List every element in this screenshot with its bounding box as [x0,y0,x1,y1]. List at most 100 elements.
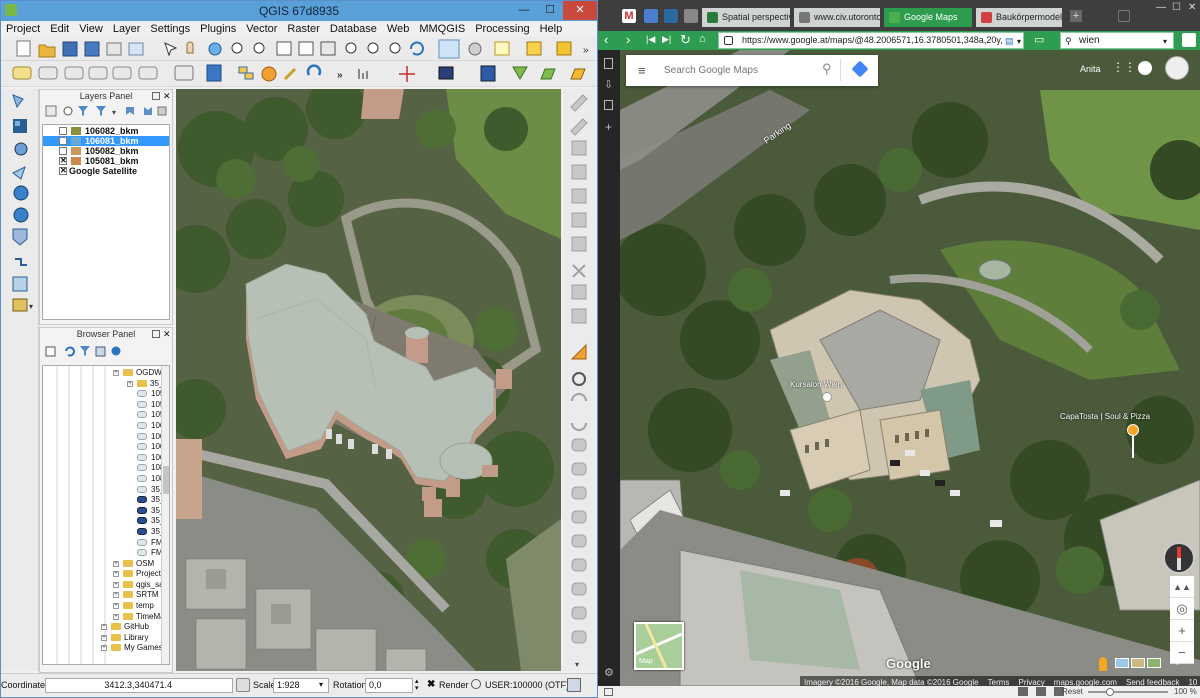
expand-toggle-icon[interactable]: + [113,603,119,610]
google-maps-view[interactable]: Parking Kursalon Wien CapaTosta | Soul &… [620,50,1200,686]
menu-web[interactable]: Web [382,21,414,35]
maps-url-link[interactable]: maps.google.com [1054,678,1117,686]
rotation-spinner-icon[interactable]: ▴ ▾ [415,678,419,692]
extents-toggle-icon[interactable] [236,678,250,692]
kursalon-pin-icon[interactable] [822,392,832,402]
search-dropdown-icon[interactable]: ▾ [1163,34,1167,49]
menu-vector[interactable]: Vector [241,21,282,35]
url-dropdown-icon[interactable]: ▾ [1017,34,1021,49]
layer-visibility-checkbox[interactable]: ✕ [59,167,67,175]
downloads-panel-icon[interactable]: ⇩ [604,78,613,91]
close-button[interactable]: ✕ [563,1,597,20]
layer-visibility-checkbox[interactable]: ✕ [59,137,67,145]
expand-toggle-icon[interactable]: + [101,645,107,652]
notifications-icon[interactable] [1138,61,1152,75]
browser-scroll-thumb[interactable] [163,466,169,494]
bookmarks-panel-icon[interactable] [604,58,613,69]
layer-visibility-checkbox[interactable]: ✕ [59,157,67,165]
search-engine-field[interactable]: ⚲ wien ▾ [1060,32,1174,49]
maps-search-input[interactable] [664,62,814,78]
expand-toggle-icon[interactable]: + [113,560,119,567]
address-bar[interactable]: https://www.google.at/maps/@48.2006571,1… [718,32,1024,49]
browser-tree-item[interactable]: 106 [43,453,169,464]
layer-visibility-checkbox[interactable] [59,147,67,155]
panel-toggle-icon[interactable] [604,688,613,696]
expand-toggle-icon[interactable]: + [127,380,133,387]
kursalon-label[interactable]: Kursalon Wien [790,380,842,389]
rotation-field[interactable]: 0,0 [365,678,413,693]
qgis-title-bar[interactable]: QGIS 67d8935 — ☐ ✕ [1,1,597,21]
trash-icon[interactable] [1118,10,1130,22]
zoom-reset-label[interactable]: Reset [1062,686,1083,698]
browser-panel-close-icon[interactable]: ✕ [163,329,171,340]
browser-tab[interactable]: www.civ.utoronto.ca [794,8,880,27]
reader-icon[interactable]: ▤ [1005,34,1014,49]
page-pinned-tab-icon[interactable] [684,9,698,23]
menu-project[interactable]: Project [1,21,45,35]
browser-tree-item[interactable]: + Project_ [43,569,169,580]
browser-tab[interactable]: Baukörpermodell G [976,8,1062,27]
reload-button[interactable]: ↻ [680,32,691,47]
sync-icon[interactable] [1018,687,1028,696]
map-type-toggle[interactable]: Map [634,622,684,670]
rewind-button[interactable]: |◀ [646,34,655,45]
browser-panel-float-icon[interactable] [152,330,160,338]
avatar[interactable] [1165,56,1189,80]
browser-tree-item[interactable]: +35_ [43,379,169,390]
forward-button[interactable]: › [626,32,630,47]
browser-close-button[interactable]: ✕ [1188,2,1196,13]
layer-row[interactable]: ✕ 105081_bkm [43,156,169,166]
crs-label[interactable]: USER:100000 (OTF) [485,680,569,690]
compass[interactable] [1163,542,1195,574]
restaurant-pin-icon[interactable] [1127,424,1139,436]
messages-icon[interactable] [567,678,581,692]
layer-row[interactable]: ✕ 106081_bkm [43,136,169,146]
browser-tree-item[interactable]: 35_ [43,527,169,538]
layers-panel-toolbar[interactable]: ▾ [40,103,172,121]
layer-row[interactable]: 105082_bkm [43,146,169,156]
menu-settings[interactable]: Settings [145,21,195,35]
back-button[interactable]: ‹ [604,32,608,47]
browser-tree-item[interactable]: 106 [43,442,169,453]
menu-icon[interactable]: ≡ [638,64,646,77]
expand-icon[interactable]: ⤢ [1176,656,1184,667]
menu-mmqgis[interactable]: MMQGIS [414,21,470,35]
search-icon[interactable]: ⚲ [822,61,832,77]
maximize-button[interactable]: ☐ [537,1,563,20]
browser-tree-item[interactable]: 106 [43,421,169,432]
browser-tab[interactable]: Spatial perspective [702,8,790,27]
browser-tree-item[interactable]: + qgis_sa [43,580,169,591]
menu-plugins[interactable]: Plugins [195,21,241,35]
minimize-button[interactable]: — [511,1,537,20]
notes-panel-icon[interactable] [604,100,613,110]
home-button[interactable]: ⌂ [699,33,706,45]
browser-tree-item[interactable]: 105 [43,410,169,421]
browser-scrollbar[interactable] [161,366,169,664]
add-panel-icon[interactable]: + [605,120,612,134]
menu-processing[interactable]: Processing [470,21,534,35]
browser-tree-item[interactable]: 35_ [43,506,169,517]
layer-visibility-checkbox[interactable] [59,127,67,135]
layer-row[interactable]: 106082_bkm [43,126,169,136]
browser-tree-item[interactable]: 108 [43,474,169,485]
digitizing-toolbar-icons[interactable]: ▾ [563,89,597,671]
settings-gear-icon[interactable]: ⚙ [604,666,614,679]
zoom-slider[interactable] [1088,691,1168,693]
toolbar-row-1-icons[interactable]: » [1,37,597,61]
browser-tree-item[interactable]: + My Games [43,643,169,654]
browser-tree-item[interactable]: + TimeMan [43,612,169,623]
crs-globe-icon[interactable] [471,679,481,689]
capatosta-label[interactable]: CapaTosta | Soul & Pizza [1060,412,1150,421]
menu-view[interactable]: View [74,21,108,35]
browser-tree-item[interactable]: 35_ [43,485,169,496]
browser-tab[interactable]: Google Maps [884,8,972,27]
browser-panel-toolbar[interactable] [40,342,172,362]
tilt-icon[interactable]: ▲▲ [1170,576,1194,598]
browser-tree-item[interactable]: 105 [43,389,169,400]
twitter-pinned-tab-icon[interactable] [664,9,678,23]
expand-toggle-icon[interactable]: + [113,571,119,578]
browser-tree-item[interactable]: + GitHub [43,622,169,633]
browser-tree-item[interactable]: FMZ [43,548,169,559]
gmail-pinned-tab-icon[interactable]: M [622,9,636,23]
apps-grid-icon[interactable]: ⋮⋮ [1112,61,1136,73]
